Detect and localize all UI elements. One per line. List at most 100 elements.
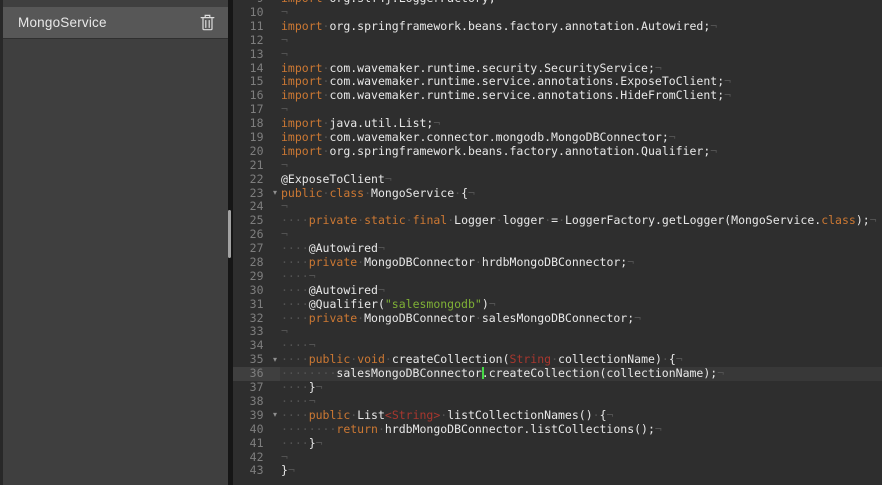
line-number-12[interactable]: 12 (233, 34, 280, 48)
code-text[interactable]: import·com.wavemaker.runtime.service.ann… (280, 89, 882, 103)
code-text[interactable]: ¬ (280, 228, 882, 242)
code-text[interactable]: import·com.wavemaker.connector.mongodb.M… (280, 131, 882, 145)
code-line-27[interactable]: 27····@Autowired¬ (233, 242, 882, 256)
line-number-23[interactable]: 23▾ (233, 187, 280, 201)
fold-arrow-icon[interactable]: ▾ (273, 188, 277, 198)
code-text[interactable]: ····}¬ (280, 437, 882, 451)
code-line-25[interactable]: 25····private·static·final·Logger·logger… (233, 214, 882, 228)
line-number-26[interactable]: 26 (233, 228, 280, 242)
code-line-26[interactable]: 26¬ (233, 228, 882, 242)
code-line-19[interactable]: 19import·com.wavemaker.connector.mongodb… (233, 131, 882, 145)
code-line-17[interactable]: 17¬ (233, 103, 882, 117)
line-number-28[interactable]: 28 (233, 256, 280, 270)
code-line-24[interactable]: 24¬ (233, 200, 882, 214)
fold-arrow-icon[interactable]: ▾ (273, 410, 277, 420)
code-text[interactable]: ····@Autowired¬ (280, 242, 882, 256)
line-number-43[interactable]: 43 (233, 464, 280, 478)
code-text[interactable]: ¬ (280, 48, 882, 62)
line-number-31[interactable]: 31 (233, 298, 280, 312)
line-number-14[interactable]: 14 (233, 62, 280, 76)
line-number-36[interactable]: 36 (233, 367, 280, 381)
code-line-23[interactable]: 23▾public·class·MongoService·{¬ (233, 187, 882, 201)
code-line-18[interactable]: 18import·java.util.List;¬ (233, 117, 882, 131)
line-number-17[interactable]: 17 (233, 103, 280, 117)
code-line-22[interactable]: 22@ExposeToClient¬ (233, 173, 882, 187)
code-text[interactable]: }¬ (280, 464, 882, 478)
code-line-34[interactable]: 34····¬ (233, 339, 882, 353)
line-number-20[interactable]: 20 (233, 145, 280, 159)
code-text[interactable]: ····¬ (280, 395, 882, 409)
code-line-16[interactable]: 16import·com.wavemaker.runtime.service.a… (233, 89, 882, 103)
code-line-43[interactable]: 43}¬ (233, 464, 882, 478)
code-line-32[interactable]: 32····private·MongoDBConnector·salesMong… (233, 312, 882, 326)
line-number-39[interactable]: 39▾ (233, 409, 280, 423)
code-text[interactable]: @ExposeToClient¬ (280, 173, 882, 187)
line-number-24[interactable]: 24 (233, 200, 280, 214)
code-text[interactable]: public·class·MongoService·{¬ (280, 187, 882, 201)
code-text[interactable]: ····@Qualifier("salesmongodb")¬ (280, 298, 882, 312)
code-line-33[interactable]: 33¬ (233, 325, 882, 339)
line-number-22[interactable]: 22 (233, 173, 280, 187)
line-number-16[interactable]: 16 (233, 89, 280, 103)
code-text[interactable]: ····}¬ (280, 381, 882, 395)
code-text[interactable]: ¬ (280, 6, 882, 20)
code-line-20[interactable]: 20import·org.springframework.beans.facto… (233, 145, 882, 159)
code-text[interactable]: ····private·static·final·Logger·logger·=… (280, 214, 882, 228)
line-number-25[interactable]: 25 (233, 214, 280, 228)
code-line-14[interactable]: 14import·com.wavemaker.runtime.security.… (233, 62, 882, 76)
line-number-19[interactable]: 19 (233, 131, 280, 145)
code-text[interactable]: ····¬ (280, 270, 882, 284)
code-text[interactable]: import·java.util.List;¬ (280, 117, 882, 131)
code-text[interactable]: ¬ (280, 159, 882, 173)
code-text[interactable]: ¬ (280, 34, 882, 48)
code-line-29[interactable]: 29····¬ (233, 270, 882, 284)
line-number-21[interactable]: 21 (233, 159, 280, 173)
code-text[interactable]: ····@Autowired¬ (280, 284, 882, 298)
code-text[interactable]: ····¬ (280, 339, 882, 353)
line-number-13[interactable]: 13 (233, 48, 280, 62)
code-text[interactable]: ····public·void·createCollection(String·… (280, 353, 882, 367)
scrollbar-thumb[interactable] (228, 210, 231, 258)
code-text[interactable]: ····public·List<String>·listCollectionNa… (280, 409, 882, 423)
line-number-38[interactable]: 38 (233, 395, 280, 409)
code-text[interactable]: import·com.wavemaker.runtime.security.Se… (280, 62, 882, 76)
line-number-29[interactable]: 29 (233, 270, 280, 284)
code-line-31[interactable]: 31····@Qualifier("salesmongodb")¬ (233, 298, 882, 312)
code-editor[interactable]: 9import·org.slf4j.LoggerFactory;¬10¬11im… (233, 0, 882, 485)
code-line-10[interactable]: 10¬ (233, 6, 882, 20)
code-line-13[interactable]: 13¬ (233, 48, 882, 62)
line-number-30[interactable]: 30 (233, 284, 280, 298)
code-text[interactable]: ¬ (280, 103, 882, 117)
code-text[interactable]: ¬ (280, 200, 882, 214)
sidebar-item-mongoservice[interactable]: MongoService (3, 7, 228, 38)
code-line-42[interactable]: 42¬ (233, 451, 882, 465)
line-number-27[interactable]: 27 (233, 242, 280, 256)
line-number-34[interactable]: 34 (233, 339, 280, 353)
line-number-10[interactable]: 10 (233, 6, 280, 20)
code-line-36[interactable]: 36········salesMongoDBConnector.createCo… (233, 367, 882, 381)
code-text[interactable]: ········return·hrdbMongoDBConnector.list… (280, 423, 882, 437)
code-line-41[interactable]: 41····}¬ (233, 437, 882, 451)
code-line-11[interactable]: 11import·org.springframework.beans.facto… (233, 20, 882, 34)
code-line-12[interactable]: 12¬ (233, 34, 882, 48)
line-number-32[interactable]: 32 (233, 312, 280, 326)
line-number-18[interactable]: 18 (233, 117, 280, 131)
delete-service-button[interactable] (200, 14, 215, 31)
code-line-37[interactable]: 37····}¬ (233, 381, 882, 395)
code-text[interactable]: import·org.springframework.beans.factory… (280, 145, 882, 159)
line-number-33[interactable]: 33 (233, 325, 280, 339)
code-line-39[interactable]: 39▾····public·List<String>·listCollectio… (233, 409, 882, 423)
code-line-28[interactable]: 28····private·MongoDBConnector·hrdbMongo… (233, 256, 882, 270)
line-number-40[interactable]: 40 (233, 423, 280, 437)
line-number-41[interactable]: 41 (233, 437, 280, 451)
code-line-35[interactable]: 35▾····public·void·createCollection(Stri… (233, 353, 882, 367)
line-number-15[interactable]: 15 (233, 75, 280, 89)
line-number-42[interactable]: 42 (233, 451, 280, 465)
line-number-37[interactable]: 37 (233, 381, 280, 395)
code-text[interactable]: ····private·MongoDBConnector·hrdbMongoDB… (280, 256, 882, 270)
fold-arrow-icon[interactable]: ▾ (273, 355, 277, 365)
code-text[interactable]: import·com.wavemaker.runtime.service.ann… (280, 75, 882, 89)
code-text[interactable]: ····private·MongoDBConnector·salesMongoD… (280, 312, 882, 326)
code-text[interactable]: ¬ (280, 325, 882, 339)
code-text[interactable]: import·org.springframework.beans.factory… (280, 20, 882, 34)
